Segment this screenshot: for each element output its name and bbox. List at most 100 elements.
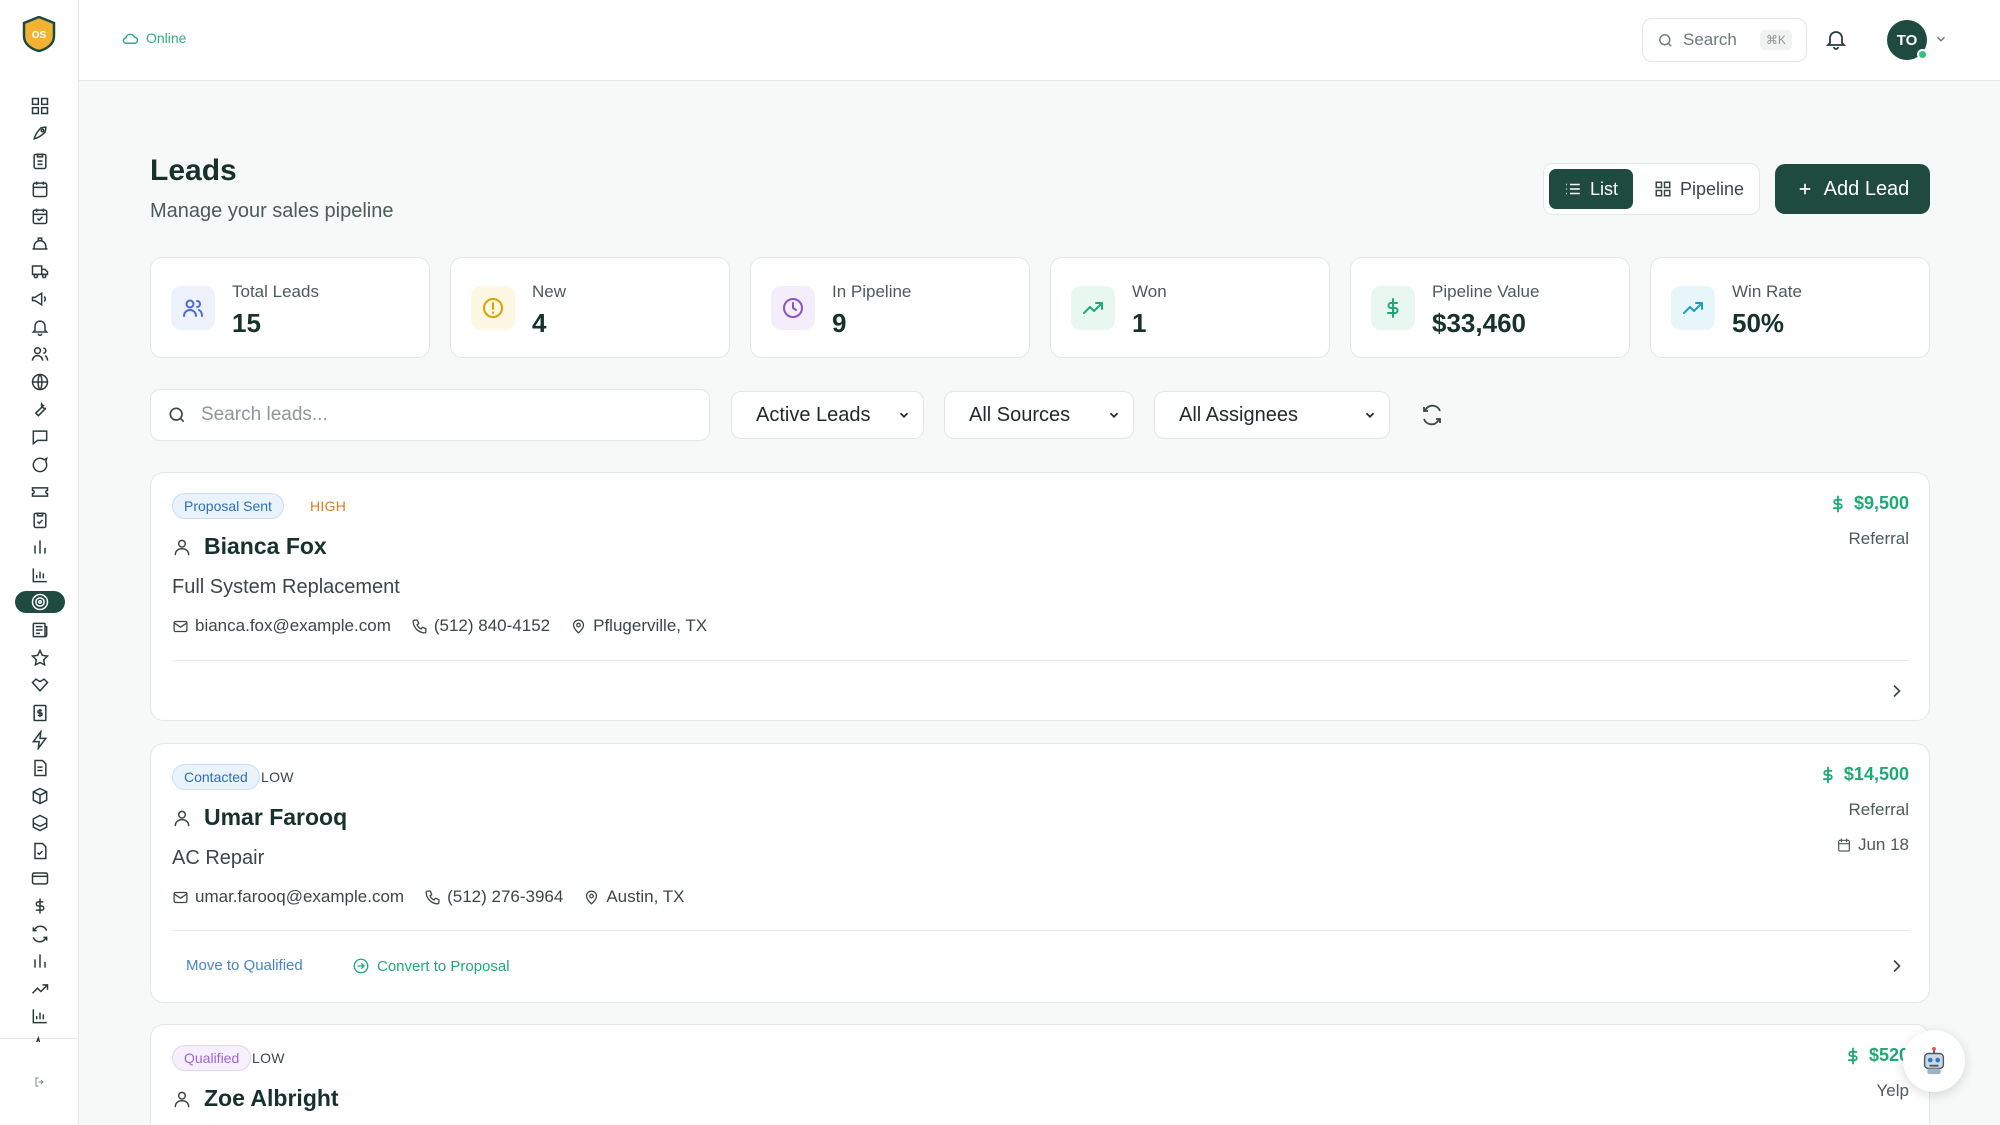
chevron-right-icon <box>1893 960 1901 972</box>
nav-analytics[interactable] <box>0 561 79 589</box>
mail-icon <box>173 891 188 903</box>
nav-growth[interactable] <box>0 975 79 1003</box>
nav-notifications[interactable] <box>0 313 79 341</box>
nav-insights[interactable] <box>0 1003 79 1031</box>
nav-pricing[interactable] <box>0 892 79 920</box>
source-filter-value: All Sources <box>969 403 1071 426</box>
nav-reviews[interactable] <box>0 644 79 672</box>
search-shortcut: ⌘K <box>1759 30 1792 50</box>
stat-label: New <box>532 282 567 301</box>
nav-agreements[interactable] <box>0 671 79 699</box>
clock-icon <box>783 298 803 318</box>
open-lead-button[interactable] <box>1887 956 1907 976</box>
dollar-icon <box>1387 298 1399 318</box>
lead-location-item: Austin, TX <box>583 887 684 907</box>
mail-icon <box>173 620 188 632</box>
lead-name[interactable]: Bianca Fox <box>204 533 327 560</box>
nav-schedule[interactable] <box>0 202 79 230</box>
nav-tasks[interactable] <box>0 147 79 175</box>
priority-label: LOW <box>252 1050 285 1066</box>
global-search-button[interactable]: Search ⌘K <box>1642 18 1807 62</box>
stat-icon-wrap <box>1071 286 1115 330</box>
lead-card[interactable]: Qualified LOW Zoe Albright $520 Yelp <box>150 1024 1930 1125</box>
lead-name[interactable]: Umar Farooq <box>204 804 347 831</box>
nav-reports[interactable] <box>0 534 79 562</box>
calendar-check-icon <box>32 208 47 225</box>
nav-dispatch[interactable] <box>0 258 79 286</box>
nav-technicians[interactable] <box>0 230 79 258</box>
lead-email-item[interactable]: umar.farooq@example.com <box>172 887 404 907</box>
calendar-icon <box>32 181 47 197</box>
nav-sync[interactable] <box>0 920 79 948</box>
grid-icon <box>31 97 48 115</box>
nav-automations[interactable] <box>0 727 79 755</box>
nav-dashboard[interactable] <box>0 92 79 120</box>
card-divider <box>172 660 1909 661</box>
trending-up-icon <box>31 983 48 994</box>
receipt-icon <box>32 704 47 722</box>
avatar-initials: TO <box>1896 31 1918 49</box>
nav-messages[interactable] <box>0 423 79 451</box>
source-filter-select[interactable]: All Sources <box>944 391 1134 439</box>
status-filter-select[interactable]: Active Leads <box>731 391 924 439</box>
robot-icon <box>1923 1046 1945 1075</box>
assignee-filter-select[interactable]: All Assignees <box>1154 391 1390 439</box>
card-divider <box>172 930 1909 931</box>
nav-equipment[interactable] <box>0 809 79 837</box>
handshake-icon <box>30 678 49 693</box>
stat-value: 9 <box>832 308 847 338</box>
nav-web[interactable] <box>0 368 79 396</box>
nav-chat[interactable] <box>0 451 79 479</box>
nav-invoices[interactable] <box>0 699 79 727</box>
nav-inventory[interactable] <box>0 782 79 810</box>
nav-documents[interactable] <box>0 754 79 782</box>
stat-label: Won <box>1132 282 1167 301</box>
lead-card[interactable]: Contacted LOW Umar Farooq AC Repair umar.far… <box>150 743 1930 1003</box>
open-lead-button[interactable] <box>1887 681 1907 701</box>
lead-name-row: Umar Farooq <box>172 804 347 831</box>
list-view-label: List <box>1590 178 1619 199</box>
list-view-button[interactable]: List <box>1549 169 1634 209</box>
chevron-down-icon <box>1936 36 1946 42</box>
lead-date-text: Jun 18 <box>1857 835 1909 854</box>
lead-search-input[interactable] <box>201 404 681 426</box>
user-menu-toggle[interactable] <box>1934 32 1948 46</box>
bell-icon <box>1825 31 1847 50</box>
nav-marketing[interactable] <box>0 285 79 313</box>
package-icon <box>32 787 47 804</box>
assistant-bot-button[interactable] <box>1903 1030 1965 1092</box>
app-logo[interactable]: OS <box>22 16 56 52</box>
move-stage-button[interactable]: Move to Qualified <box>186 957 303 974</box>
notifications-button[interactable] <box>1824 27 1848 51</box>
convert-proposal-button[interactable]: Convert to Proposal <box>352 957 510 975</box>
sidebar-footer <box>0 1038 79 1125</box>
lead-name[interactable]: Zoe Albright <box>204 1085 339 1112</box>
nav-leads[interactable] <box>0 589 79 617</box>
nav-launch[interactable] <box>0 120 79 148</box>
lead-location: Austin, TX <box>606 887 685 906</box>
lead-phone-item[interactable]: (512) 276-3964 <box>424 887 563 907</box>
nav-payments[interactable] <box>0 865 79 893</box>
nav-checklists[interactable] <box>0 506 79 534</box>
message-circle-icon <box>32 456 48 472</box>
svg-text:OS: OS <box>32 30 47 41</box>
add-lead-button[interactable]: Add Lead <box>1775 164 1930 214</box>
pipeline-view-button[interactable]: Pipeline <box>1639 169 1759 209</box>
nav-metrics[interactable] <box>0 947 79 975</box>
dollar-icon <box>1832 495 1843 512</box>
nav-contracts[interactable] <box>0 837 79 865</box>
nav-calendar[interactable] <box>0 175 79 203</box>
lead-email-item[interactable]: bianca.fox@example.com <box>172 616 391 636</box>
lead-value-amount: $9,500 <box>1853 493 1909 513</box>
nav-tools[interactable] <box>0 396 79 424</box>
stat-icon-wrap <box>171 286 215 330</box>
user-avatar[interactable]: TO <box>1887 20 1928 60</box>
lead-phone-item[interactable]: (512) 840-4152 <box>411 616 550 636</box>
nav-tickets[interactable] <box>0 478 79 506</box>
nav-proposals[interactable] <box>0 616 79 644</box>
nav-customers[interactable] <box>0 340 79 368</box>
collapse-icon[interactable] <box>34 1076 46 1088</box>
lead-card[interactable]: Proposal Sent HIGH Bianca Fox Full System R… <box>150 472 1930 721</box>
refresh-button[interactable] <box>1420 403 1444 427</box>
lead-phone: (512) 276-3964 <box>447 887 564 906</box>
